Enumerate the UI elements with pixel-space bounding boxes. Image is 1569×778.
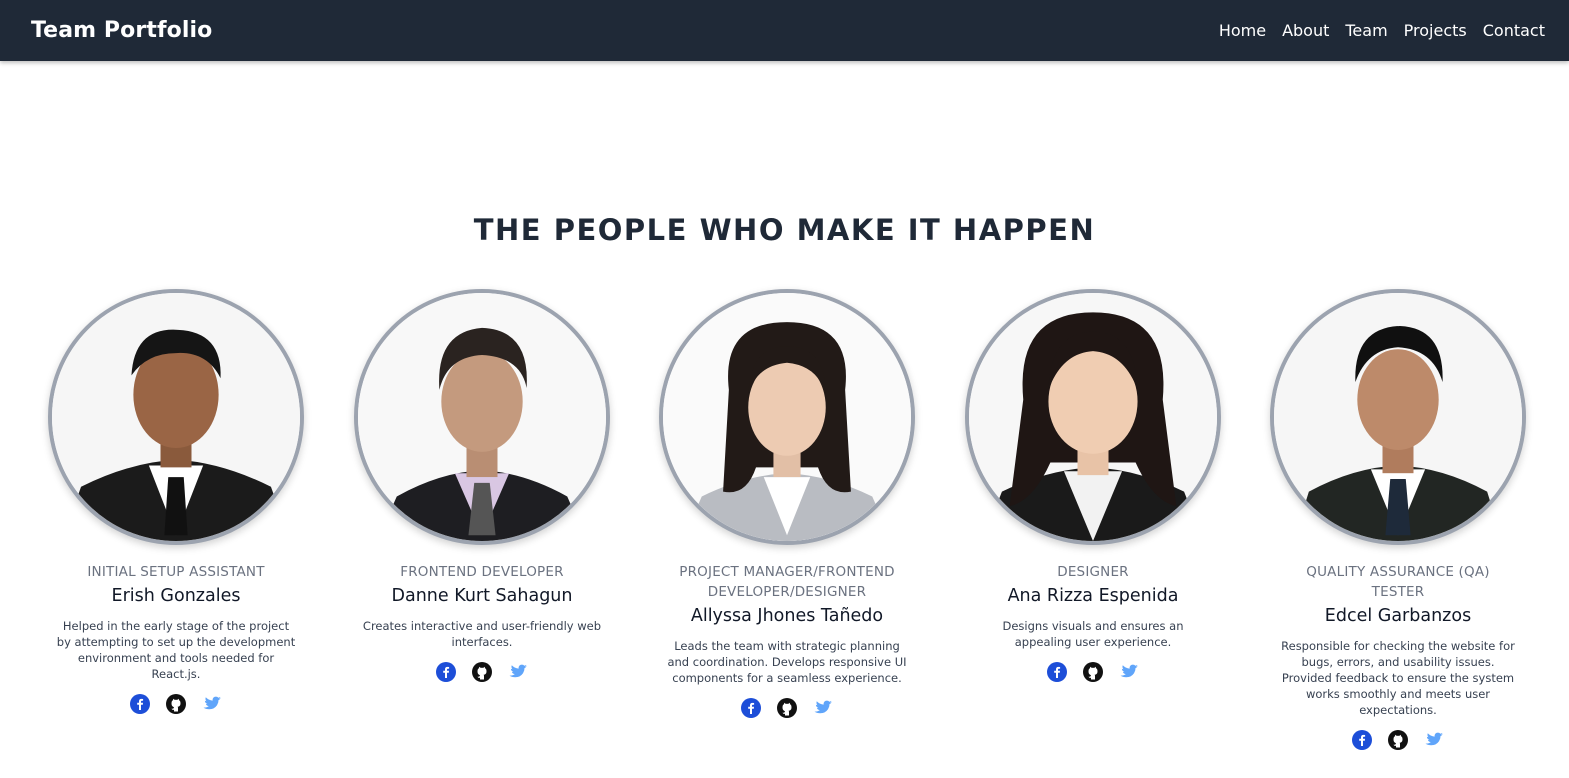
nav-links: Home About Team Projects Contact — [1219, 21, 1545, 40]
member-role: Initial Setup Assistant — [87, 564, 265, 580]
facebook-icon[interactable] — [1352, 730, 1372, 750]
social-links — [1047, 662, 1139, 682]
github-icon[interactable] — [166, 694, 186, 714]
facebook-icon[interactable] — [741, 698, 761, 718]
member-photo-illustration — [969, 293, 1217, 541]
navbar: Team Portfolio Home About Team Projects … — [0, 0, 1569, 61]
facebook-icon[interactable] — [130, 694, 150, 714]
member-description: Responsible for checking the website for… — [1281, 639, 1515, 717]
brand-logo[interactable]: Team Portfolio — [31, 18, 212, 43]
facebook-icon[interactable] — [1047, 662, 1067, 682]
member-photo-illustration — [358, 293, 606, 541]
member-role: Quality Assurance (QA) Tester — [1306, 564, 1490, 600]
github-icon[interactable] — [472, 662, 492, 682]
team-member-card: Initial Setup Assistant Erish Gonzales H… — [26, 289, 326, 714]
team-member-card: Designer Ana Rizza Espenida Designs visu… — [943, 289, 1243, 682]
github-icon[interactable] — [1388, 730, 1408, 750]
social-links — [436, 662, 528, 682]
github-icon[interactable] — [777, 698, 797, 718]
twitter-icon[interactable] — [508, 662, 528, 682]
member-photo — [48, 289, 304, 545]
social-links — [1352, 730, 1444, 750]
member-description: Designs visuals and ensures an appealing… — [1002, 619, 1184, 649]
member-role: Frontend Developer — [400, 564, 564, 580]
member-name: Ana Rizza Espenida — [1007, 586, 1179, 606]
nav-link-contact[interactable]: Contact — [1483, 21, 1545, 40]
member-photo — [1270, 289, 1526, 545]
facebook-icon[interactable] — [436, 662, 456, 682]
nav-link-team[interactable]: Team — [1345, 21, 1387, 40]
twitter-icon[interactable] — [202, 694, 222, 714]
member-photo — [965, 289, 1221, 545]
twitter-icon[interactable] — [813, 698, 833, 718]
member-name: Allyssa Jhones Tañedo — [690, 606, 884, 626]
member-photo-illustration — [663, 293, 911, 541]
social-links — [130, 694, 222, 714]
team-member-card: Project Manager/Frontend Developer/Desig… — [637, 289, 937, 718]
github-icon[interactable] — [1083, 662, 1103, 682]
social-links — [741, 698, 833, 718]
nav-link-projects[interactable]: Projects — [1404, 21, 1467, 40]
member-name: Danne Kurt Sahagun — [391, 586, 573, 606]
member-photo-illustration — [1274, 293, 1522, 541]
member-name: Erish Gonzales — [111, 586, 241, 606]
member-role: Project Manager/Frontend Developer/Desig… — [679, 564, 895, 600]
member-photo — [354, 289, 610, 545]
member-photo-illustration — [52, 293, 300, 541]
team-member-card: Quality Assurance (QA) Tester Edcel Garb… — [1248, 289, 1548, 750]
member-description: Leads the team with strategic planning a… — [667, 639, 907, 685]
team-member-card: Frontend Developer Danne Kurt Sahagun Cr… — [332, 289, 632, 682]
nav-link-about[interactable]: About — [1282, 21, 1329, 40]
member-description: Creates interactive and user-friendly we… — [362, 619, 602, 649]
nav-link-home[interactable]: Home — [1219, 21, 1266, 40]
twitter-icon[interactable] — [1424, 730, 1444, 750]
member-description: Helped in the early stage of the project… — [56, 619, 296, 681]
member-name: Edcel Garbanzos — [1324, 606, 1472, 626]
member-photo — [659, 289, 915, 545]
section-title: THE PEOPLE WHO MAKE IT HAPPEN — [473, 213, 1096, 247]
twitter-icon[interactable] — [1119, 662, 1139, 682]
member-role: Designer — [1057, 564, 1129, 580]
